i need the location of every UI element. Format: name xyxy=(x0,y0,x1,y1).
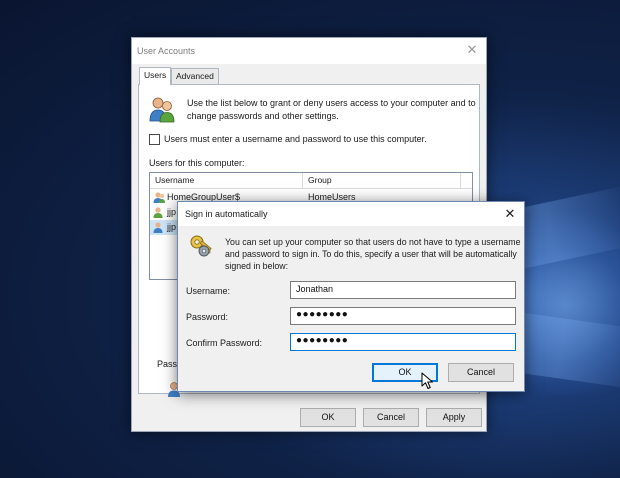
dialog-close-button[interactable]: ✕ xyxy=(500,204,520,224)
row-username: jjp xyxy=(167,207,177,217)
users-list-label: Users for this computer: xyxy=(149,158,245,168)
user-icon xyxy=(153,222,163,233)
confirm-password-field[interactable]: ●●●●●●●● xyxy=(290,333,516,351)
window-cancel-button[interactable]: Cancel xyxy=(363,408,419,427)
column-divider[interactable] xyxy=(302,173,303,189)
window-apply-button[interactable]: Apply xyxy=(426,408,482,427)
tab-users[interactable]: Users xyxy=(139,67,172,85)
keys-icon xyxy=(190,235,212,257)
password-label: Password: xyxy=(186,312,229,322)
dialog-body: You can set up your computer so that use… xyxy=(178,226,524,393)
password-field[interactable]: ●●●●●●●● xyxy=(290,307,516,325)
dialog-title: Sign in automatically xyxy=(185,209,268,219)
dialog-cancel-button[interactable]: Cancel xyxy=(448,363,514,382)
tab-advanced[interactable]: Advanced xyxy=(171,68,219,84)
column-header-username[interactable]: Username xyxy=(155,175,194,185)
row-username: jjp xyxy=(167,222,177,232)
confirm-password-label: Confirm Password: xyxy=(186,338,263,348)
mouse-pointer-icon xyxy=(421,372,433,389)
window-title: User Accounts xyxy=(137,46,196,56)
column-header-group[interactable]: Group xyxy=(308,175,332,185)
username-field[interactable]: Jonathan xyxy=(290,281,516,299)
dialog-intro-text: You can set up your computer so that use… xyxy=(225,237,521,271)
require-login-checkbox[interactable] xyxy=(149,134,160,145)
window-close-button[interactable]: ✕ xyxy=(462,41,482,59)
window-title-bar[interactable]: User Accounts ✕ xyxy=(132,38,486,64)
require-login-label[interactable]: Users must enter a username and password… xyxy=(164,134,427,144)
user-icon xyxy=(153,192,165,203)
users-icon xyxy=(149,97,175,123)
username-label: Username: xyxy=(186,286,231,296)
users-list-header: Username Group xyxy=(150,173,472,189)
user-icon xyxy=(153,207,163,218)
sign-in-automatically-dialog: Sign in automatically ✕ You can set up y… xyxy=(177,201,525,392)
window-intro-text: Use the list below to grant or deny user… xyxy=(187,98,476,121)
dialog-title-bar[interactable]: Sign in automatically ✕ xyxy=(178,202,524,226)
window-ok-button[interactable]: OK xyxy=(300,408,356,427)
column-divider[interactable] xyxy=(460,173,461,189)
